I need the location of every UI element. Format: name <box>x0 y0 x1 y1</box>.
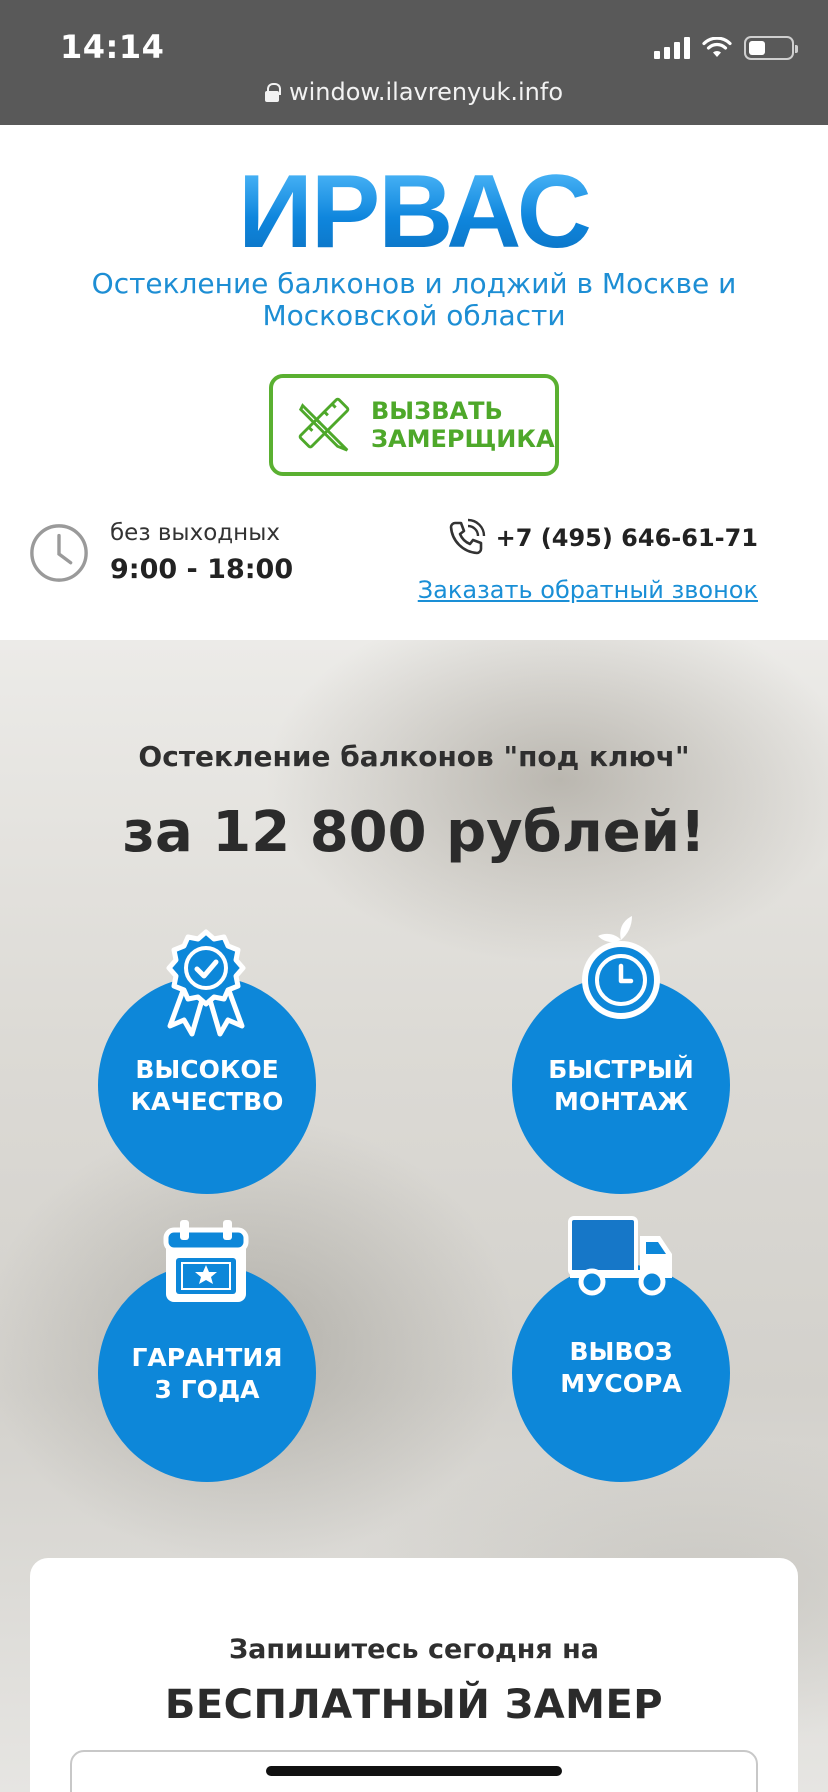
feature-waste-removal: ВЫВОЗ МУСОРА <box>512 1216 730 1482</box>
feature-fast-install-line1: БЫСТРЫЙ <box>548 1055 694 1084</box>
feature-warranty-line1: ГАРАНТИЯ <box>131 1343 283 1372</box>
feature-fast-install-line2: МОНТАЖ <box>553 1087 689 1116</box>
feature-waste-removal-line2: МУСОРА <box>560 1369 682 1398</box>
feature-warranty: ГАРАНТИЯ 3 ГОДА <box>98 1220 316 1482</box>
stopwatch-icon <box>582 916 660 1019</box>
feature-waste-removal-line1: ВЫВОЗ <box>569 1337 673 1366</box>
phone-number: +7 (495) 646-61-71 <box>495 524 758 552</box>
form-title: БЕСПЛАТНЫЙ ЗАМЕР <box>164 1682 664 1728</box>
status-time: 14:14 <box>60 28 165 66</box>
call-measurer-button[interactable]: ВЫЗВАТЬ ЗАМЕРЩИКА <box>269 374 559 476</box>
calendar-star-icon <box>163 1220 249 1302</box>
cta-label-line1: ВЫЗВАТЬ <box>371 397 503 425</box>
form-subtitle: Запишитесь сегодня на <box>228 1634 600 1665</box>
status-icons <box>654 36 798 60</box>
feature-warranty-line2: 3 ГОДА <box>154 1375 260 1404</box>
hero-price: за 12 800 рублей! <box>122 800 706 865</box>
schedule-label: без выходных <box>110 520 280 546</box>
clock-icon <box>30 523 88 582</box>
url-bar[interactable]: window.ilavrenyuk.info <box>0 78 828 106</box>
callback-link[interactable]: Заказать обратный звонок <box>418 576 758 604</box>
brand-logo[interactable]: ИРВАС <box>0 160 828 264</box>
schedule-hours: 9:00 - 18:00 <box>110 554 294 585</box>
cta-label-line2: ЗАМЕРЩИКА <box>371 425 555 453</box>
ruler-pencil-icon <box>298 397 350 452</box>
phone-number-link[interactable]: +7 (495) 646-61-71 <box>418 518 758 558</box>
phone-icon <box>449 518 485 555</box>
url-text: window.ilavrenyuk.info <box>289 78 563 106</box>
contact-block: +7 (495) 646-61-71 Заказать обратный зво… <box>418 518 758 604</box>
hero-title: Остекление балконов "под ключ" <box>138 740 690 773</box>
wifi-icon <box>702 37 732 57</box>
feature-quality: ВЫСОКОЕ КАЧЕСТВО <box>98 929 316 1194</box>
status-bar: 14:14 window.ilavrenyuk.info <box>0 0 828 125</box>
truck-icon <box>568 1216 672 1296</box>
site-subtitle: Остекление балконов и лоджий в Москве и … <box>91 267 737 332</box>
award-badge-icon <box>166 929 246 1037</box>
feature-fast-install: БЫСТРЫЙ МОНТАЖ <box>512 916 730 1194</box>
home-indicator[interactable] <box>266 1766 562 1776</box>
feature-quality-line2: КАЧЕСТВО <box>130 1087 284 1116</box>
work-schedule: без выходных 9:00 - 18:00 <box>28 520 293 585</box>
free-measure-form: Запишитесь сегодня на БЕСПЛАТНЫЙ ЗАМЕР <box>30 1558 798 1792</box>
cellular-signal-icon <box>654 37 690 59</box>
lock-icon <box>265 83 281 102</box>
feature-quality-line1: ВЫСОКОЕ <box>135 1055 279 1084</box>
battery-icon <box>744 36 798 60</box>
hero-section: Остекление балконов "под ключ" за 12 800… <box>0 640 828 1792</box>
